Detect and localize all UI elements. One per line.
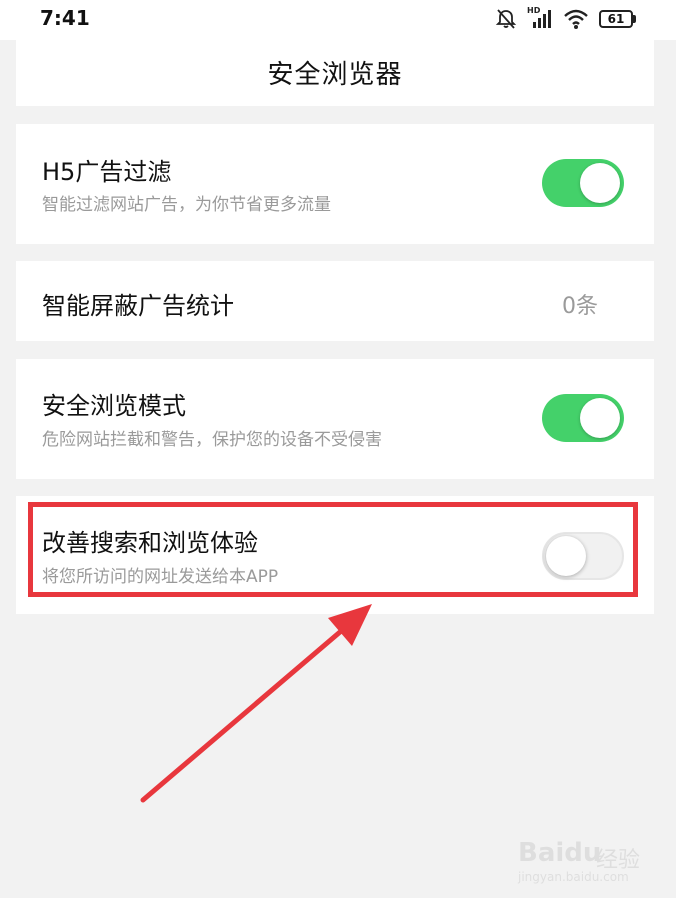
watermark-logo: Baidu: [518, 838, 602, 868]
watermark-url: jingyan.baidu.com: [518, 870, 629, 884]
annotation-arrow: [140, 604, 372, 803]
baidu-watermark: Baidu 经验 jingyan.baidu.com: [518, 830, 658, 890]
